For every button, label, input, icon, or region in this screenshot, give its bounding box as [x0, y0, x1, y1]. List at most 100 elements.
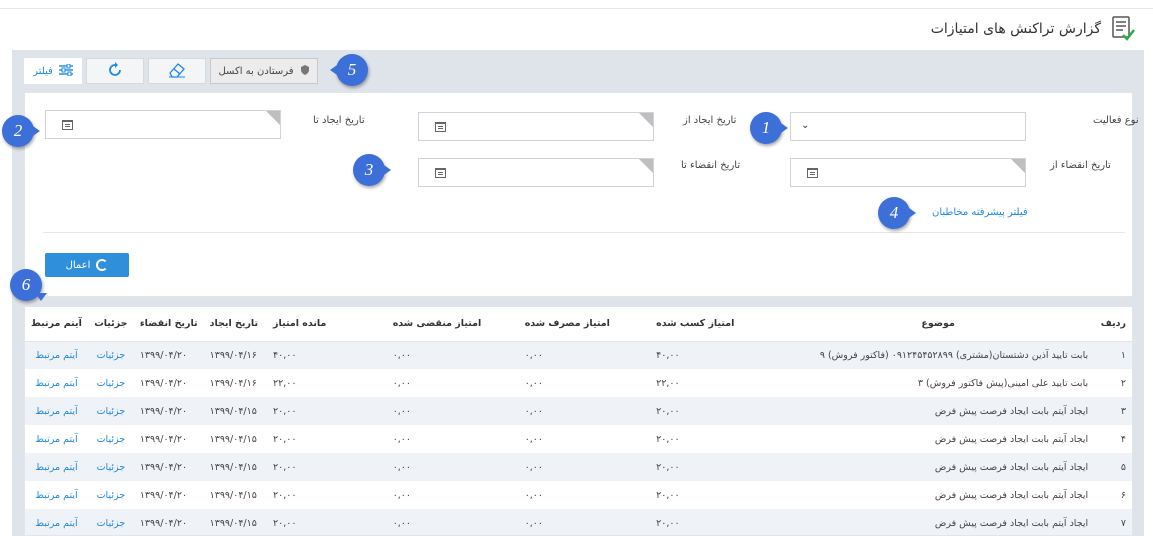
table-row[interactable]: ۶ ایجاد آیتم بابت ایجاد فرصت پیش فرض ۲۰,۰۰…	[25, 481, 1132, 509]
cell-subject: بابت تایید علی امینی(پیش فاکتور فروش) ۳	[782, 369, 1095, 397]
details-link[interactable]: جزئیات	[87, 425, 134, 453]
refresh-icon	[96, 259, 109, 271]
created-to-field[interactable]	[45, 110, 281, 139]
page-header: گزارش تراکنش های امتیازات	[931, 14, 1135, 44]
col-header-created[interactable]: تاریخ ایجاد	[203, 307, 268, 342]
callout-marker-3: 3	[353, 154, 391, 186]
callout-marker-1: 1	[750, 112, 788, 144]
cell-idx: ۳	[1094, 397, 1132, 425]
created-from-label: تاریخ ایجاد از	[683, 115, 737, 126]
cell-expires: ۱۳۹۹/۰۴/۲۰	[133, 481, 204, 509]
shield-icon	[300, 64, 310, 78]
cell-earned: ۴۰,۰۰	[650, 341, 783, 369]
cell-expires: ۱۳۹۹/۰۴/۲۰	[133, 397, 204, 425]
cell-spent: ۰,۰۰	[518, 509, 651, 535]
cell-idx: ۲	[1094, 369, 1132, 397]
export-excel-button[interactable]: فرستادن به اکسل	[210, 58, 318, 84]
cell-subject: ایجاد آیتم بابت ایجاد فرصت پیش فرض	[782, 509, 1095, 535]
apply-button[interactable]: اعمال	[45, 253, 129, 277]
filter-divider	[43, 232, 1125, 233]
filter-card: نوع فعالیت ⌄ تاریخ ایجاد از تاریخ ایجاد …	[24, 92, 1139, 297]
cell-expires: ۱۳۹۹/۰۴/۲۰	[133, 425, 204, 453]
calendar-icon	[62, 120, 73, 130]
table-header-row: ردیف موضوع امتیاز کسب شده امتیاز مصرف شد…	[25, 307, 1132, 342]
table-row[interactable]: ۱ بابت تایید آذین دشتستان(مشتری) ۰۹۱۲۴۵۴۵…	[25, 341, 1132, 369]
fold-corner	[1011, 159, 1025, 173]
col-header-spent[interactable]: امتیاز مصرف شده	[518, 307, 651, 342]
filter-tab-button[interactable]: فیلتر	[24, 58, 82, 84]
cell-earned: ۲۲,۰۰	[650, 369, 783, 397]
expire-from-field[interactable]	[790, 158, 1026, 187]
details-link[interactable]: جزئیات	[87, 481, 134, 509]
related-item-link[interactable]: آیتم مرتبط	[25, 341, 88, 369]
cell-created: ۱۳۹۹/۰۴/۱۶	[203, 341, 268, 369]
activity-type-label: نوع فعالیت	[1093, 115, 1139, 126]
cell-remaining: ۲۰,۰۰	[267, 453, 387, 481]
details-link[interactable]: جزئیات	[87, 369, 134, 397]
related-item-link[interactable]: آیتم مرتبط	[25, 509, 88, 535]
table-row[interactable]: ۴ ایجاد آیتم بابت ایجاد فرصت پیش فرض ۲۰,۰۰…	[25, 425, 1132, 453]
col-header-idx[interactable]: ردیف	[1094, 307, 1132, 342]
expire-to-field[interactable]	[418, 158, 654, 187]
details-link[interactable]: جزئیات	[87, 453, 134, 481]
table-row[interactable]: ۷ ایجاد آیتم بابت ایجاد فرصت پیش فرض ۲۰,۰۰…	[25, 509, 1132, 535]
related-item-link[interactable]: آیتم مرتبط	[25, 425, 88, 453]
cell-spent: ۰,۰۰	[518, 425, 651, 453]
fold-corner	[266, 111, 280, 125]
details-link[interactable]: جزئیات	[87, 509, 134, 535]
cell-remaining: ۲۰,۰۰	[267, 397, 387, 425]
expire-to-label: تاریخ انقضاء تا	[681, 160, 741, 171]
cell-created: ۱۳۹۹/۰۴/۱۵	[203, 453, 268, 481]
related-item-link[interactable]: آیتم مرتبط	[25, 369, 88, 397]
fold-corner	[639, 159, 653, 173]
cell-created: ۱۳۹۹/۰۴/۱۵	[203, 481, 268, 509]
related-item-link[interactable]: آیتم مرتبط	[25, 481, 88, 509]
cell-expires: ۱۳۹۹/۰۴/۲۰	[133, 369, 204, 397]
col-header-earned[interactable]: امتیاز کسب شده	[650, 307, 783, 342]
created-to-label: تاریخ ایجاد تا	[313, 115, 365, 126]
callout-marker-2: 2	[2, 115, 40, 147]
cell-earned: ۲۰,۰۰	[650, 453, 783, 481]
table-row[interactable]: ۲ بابت تایید علی امینی(پیش فاکتور فروش) ۳…	[25, 369, 1132, 397]
details-link[interactable]: جزئیات	[87, 341, 134, 369]
expire-from-label: تاریخ انقضاء از	[1050, 160, 1111, 171]
transactions-table: ردیف موضوع امتیاز کسب شده امتیاز مصرف شد…	[24, 306, 1133, 536]
refresh-button[interactable]	[86, 58, 144, 84]
created-from-field[interactable]	[418, 112, 654, 141]
cell-expired: ۰,۰۰	[386, 481, 519, 509]
advanced-contacts-filter-link[interactable]: فیلتر پیشرفته مخاطبان	[932, 207, 1028, 218]
cell-earned: ۲۰,۰۰	[650, 397, 783, 425]
cell-expired: ۰,۰۰	[386, 397, 519, 425]
col-header-expires[interactable]: تاریخ انقضاء	[133, 307, 204, 342]
cell-earned: ۲۰,۰۰	[650, 425, 783, 453]
cell-idx: ۱	[1094, 341, 1132, 369]
related-item-link[interactable]: آیتم مرتبط	[25, 397, 88, 425]
details-link[interactable]: جزئیات	[87, 397, 134, 425]
cell-subject: بابت تایید آذین دشتستان(مشتری) ۰۹۱۲۴۵۴۵۲…	[782, 341, 1095, 369]
col-header-expired[interactable]: امتیاز منقضی شده	[386, 307, 519, 342]
related-item-link[interactable]: آیتم مرتبط	[25, 453, 88, 481]
cell-remaining: ۲۰,۰۰	[267, 481, 387, 509]
cell-spent: ۰,۰۰	[518, 453, 651, 481]
cell-remaining: ۴۰,۰۰	[267, 341, 387, 369]
table-row[interactable]: ۵ ایجاد آیتم بابت ایجاد فرصت پیش فرض ۲۰,۰۰…	[25, 453, 1132, 481]
cell-idx: ۷	[1094, 509, 1132, 535]
table-row[interactable]: ۳ ایجاد آیتم بابت ایجاد فرصت پیش فرض ۲۰,۰۰…	[25, 397, 1132, 425]
col-header-subject[interactable]: موضوع	[782, 307, 1095, 342]
cell-idx: ۶	[1094, 481, 1132, 509]
col-header-details[interactable]: جزئیات	[87, 307, 134, 342]
cell-spent: ۰,۰۰	[518, 341, 651, 369]
cell-expired: ۰,۰۰	[386, 369, 519, 397]
cell-remaining: ۲۰,۰۰	[267, 509, 387, 535]
fold-corner	[639, 113, 653, 127]
cell-expired: ۰,۰۰	[386, 453, 519, 481]
cell-spent: ۰,۰۰	[518, 481, 651, 509]
col-header-remaining[interactable]: مانده امتیاز	[267, 307, 387, 342]
clear-filters-button[interactable]	[148, 58, 206, 84]
callout-marker-5: 5	[330, 54, 372, 86]
calendar-icon	[807, 168, 818, 178]
cell-expired: ۰,۰۰	[386, 341, 519, 369]
activity-type-select[interactable]: ⌄	[790, 112, 1026, 141]
col-header-related[interactable]: آیتم مرتبط	[25, 307, 88, 342]
chevron-down-icon: ⌄	[801, 120, 810, 131]
